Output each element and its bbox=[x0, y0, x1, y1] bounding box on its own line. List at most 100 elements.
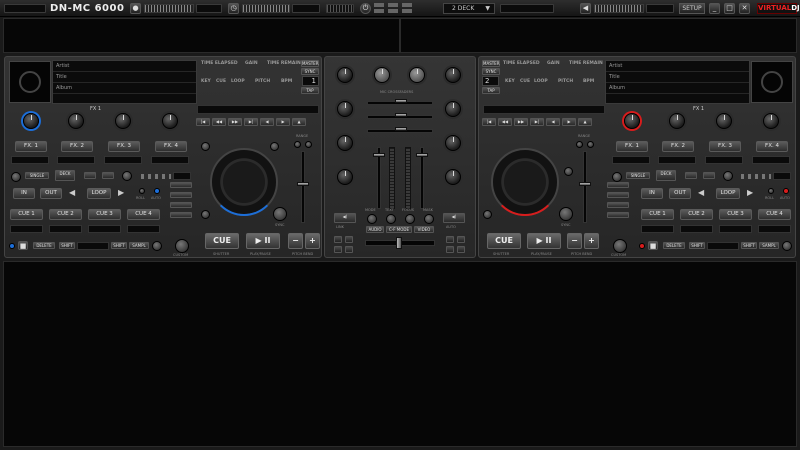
fx-knob[interactable] bbox=[23, 113, 39, 129]
cf-assign[interactable] bbox=[457, 246, 465, 253]
delete-button[interactable]: DELETE bbox=[663, 242, 685, 249]
fx-knob[interactable] bbox=[162, 113, 178, 129]
power-icon[interactable]: ⏻ bbox=[360, 3, 371, 14]
transport-button[interactable]: ◀ bbox=[546, 118, 560, 126]
pitch-slider-track[interactable] bbox=[301, 151, 305, 223]
loop-in-button[interactable]: IN bbox=[13, 188, 35, 199]
mixer-knob[interactable] bbox=[445, 169, 461, 185]
fx-knob[interactable] bbox=[716, 113, 732, 129]
range-button[interactable] bbox=[294, 141, 301, 148]
sync-knob[interactable] bbox=[273, 207, 287, 221]
shift-button-2[interactable]: SHIFT bbox=[741, 242, 757, 249]
mixer-knob[interactable] bbox=[445, 101, 461, 117]
fx-knob[interactable] bbox=[68, 113, 84, 129]
right-record-icon[interactable]: ◀ bbox=[580, 3, 591, 14]
deck-button[interactable]: DECK bbox=[656, 170, 676, 181]
single-button[interactable]: SINGLE bbox=[25, 172, 49, 179]
tap-button[interactable]: TAP bbox=[301, 87, 319, 94]
loop-button[interactable]: LOOP bbox=[87, 188, 111, 199]
master-button[interactable]: MASTER bbox=[301, 60, 319, 67]
cue1-button[interactable]: CUE 1 bbox=[10, 209, 43, 220]
transport-button[interactable]: ◀ bbox=[260, 118, 274, 126]
loop-next-icon[interactable]: ▶ bbox=[118, 188, 124, 197]
transport-button[interactable]: ▲ bbox=[292, 118, 306, 126]
cf-mode-button[interactable]: C-F MODE bbox=[386, 226, 412, 233]
tap-button[interactable]: TAP bbox=[482, 87, 500, 94]
cue2-button[interactable]: CUE 2 bbox=[680, 209, 713, 220]
left-record-icon[interactable]: ● bbox=[130, 3, 141, 14]
sampler-knob[interactable] bbox=[152, 241, 162, 251]
sync-button[interactable]: SYNC bbox=[482, 68, 500, 75]
channel-fader-left-thumb[interactable] bbox=[373, 153, 385, 157]
transport-button[interactable]: ▶| bbox=[244, 118, 258, 126]
sampler-button[interactable]: SAMPL bbox=[129, 242, 149, 249]
side-button[interactable] bbox=[170, 192, 192, 198]
loop-in-button[interactable]: IN bbox=[641, 188, 663, 199]
shift-button[interactable]: SHIFT bbox=[59, 242, 75, 249]
cue4-button[interactable]: CUE 4 bbox=[127, 209, 160, 220]
side-button[interactable] bbox=[170, 212, 192, 218]
shift-button-2[interactable]: SHIFT bbox=[111, 242, 127, 249]
fx2-button[interactable]: FX. 2 bbox=[61, 141, 93, 152]
fx-knob[interactable] bbox=[669, 113, 685, 129]
mixer-knob[interactable] bbox=[337, 169, 353, 185]
focus-knob[interactable] bbox=[405, 214, 415, 224]
cue1-button[interactable]: CUE 1 bbox=[641, 209, 674, 220]
lock-icon[interactable]: ■ bbox=[18, 241, 28, 250]
loop-next-icon[interactable]: ▶ bbox=[747, 188, 753, 197]
pitch-slider-track[interactable] bbox=[583, 151, 587, 223]
mixer-knob[interactable] bbox=[337, 135, 353, 151]
mask-knob[interactable] bbox=[424, 214, 434, 224]
cf-assign[interactable] bbox=[446, 236, 454, 243]
loop-half-button[interactable] bbox=[685, 172, 697, 179]
transport-button[interactable]: ▶ bbox=[276, 118, 290, 126]
pitch-bend-minus[interactable]: − bbox=[288, 233, 303, 249]
transport-button[interactable]: ▲ bbox=[578, 118, 592, 126]
transport-button[interactable]: |◀ bbox=[196, 118, 210, 126]
maximize-icon[interactable]: □ bbox=[724, 3, 735, 14]
jog-knob[interactable] bbox=[564, 167, 573, 176]
side-button[interactable] bbox=[607, 192, 629, 198]
sync-button[interactable]: SYNC bbox=[301, 68, 319, 75]
loop-half-button[interactable] bbox=[84, 172, 96, 179]
loop-toggle[interactable] bbox=[11, 172, 21, 182]
loop-double-button[interactable] bbox=[703, 172, 715, 179]
loop-knob[interactable] bbox=[723, 171, 733, 181]
setup-button[interactable]: SETUP bbox=[679, 3, 705, 14]
left-clock-icon[interactable]: ◷ bbox=[228, 3, 239, 14]
transport-button[interactable]: ▶▶ bbox=[228, 118, 242, 126]
mixer-knob[interactable] bbox=[445, 67, 461, 83]
loop-toggle[interactable] bbox=[612, 172, 622, 182]
cue-button[interactable]: CUE bbox=[487, 233, 521, 249]
cf-assign[interactable] bbox=[457, 236, 465, 243]
side-button[interactable] bbox=[170, 182, 192, 188]
mic-fader-thumb[interactable] bbox=[395, 99, 407, 103]
transport-button[interactable]: ▶▶ bbox=[514, 118, 528, 126]
mixer-knob[interactable] bbox=[337, 67, 353, 83]
cf-assign[interactable] bbox=[334, 236, 342, 243]
sampler-button[interactable]: SAMPL bbox=[759, 242, 779, 249]
fx1-button[interactable]: FX. 1 bbox=[616, 141, 648, 152]
minimize-icon[interactable]: _ bbox=[709, 3, 720, 14]
shift-button[interactable]: SHIFT bbox=[689, 242, 705, 249]
side-button[interactable] bbox=[607, 182, 629, 188]
transport-button[interactable]: |◀ bbox=[482, 118, 496, 126]
pitch-slider-thumb[interactable] bbox=[579, 182, 591, 186]
loop-button[interactable]: LOOP bbox=[716, 188, 740, 199]
custom-knob[interactable] bbox=[175, 239, 189, 253]
master-button[interactable]: MASTER bbox=[482, 60, 500, 67]
loop-out-button[interactable]: OUT bbox=[40, 188, 62, 199]
fx3-button[interactable]: FX. 3 bbox=[709, 141, 741, 152]
cf-assign[interactable] bbox=[446, 246, 454, 253]
deck-count-select[interactable]: 2 DECK ▼ bbox=[443, 3, 495, 14]
jog-knob[interactable] bbox=[483, 210, 492, 219]
layout-switch[interactable] bbox=[374, 3, 438, 14]
browser-area[interactable] bbox=[3, 261, 797, 447]
transport-button[interactable]: ▶ bbox=[562, 118, 576, 126]
custom-knob[interactable] bbox=[613, 239, 627, 253]
lock-icon[interactable]: ■ bbox=[648, 241, 658, 250]
side-button[interactable] bbox=[607, 202, 629, 208]
transport-button[interactable]: ◀◀ bbox=[498, 118, 512, 126]
fx1-button[interactable]: FX. 1 bbox=[15, 141, 47, 152]
fx4-button[interactable]: FX. 4 bbox=[756, 141, 788, 152]
